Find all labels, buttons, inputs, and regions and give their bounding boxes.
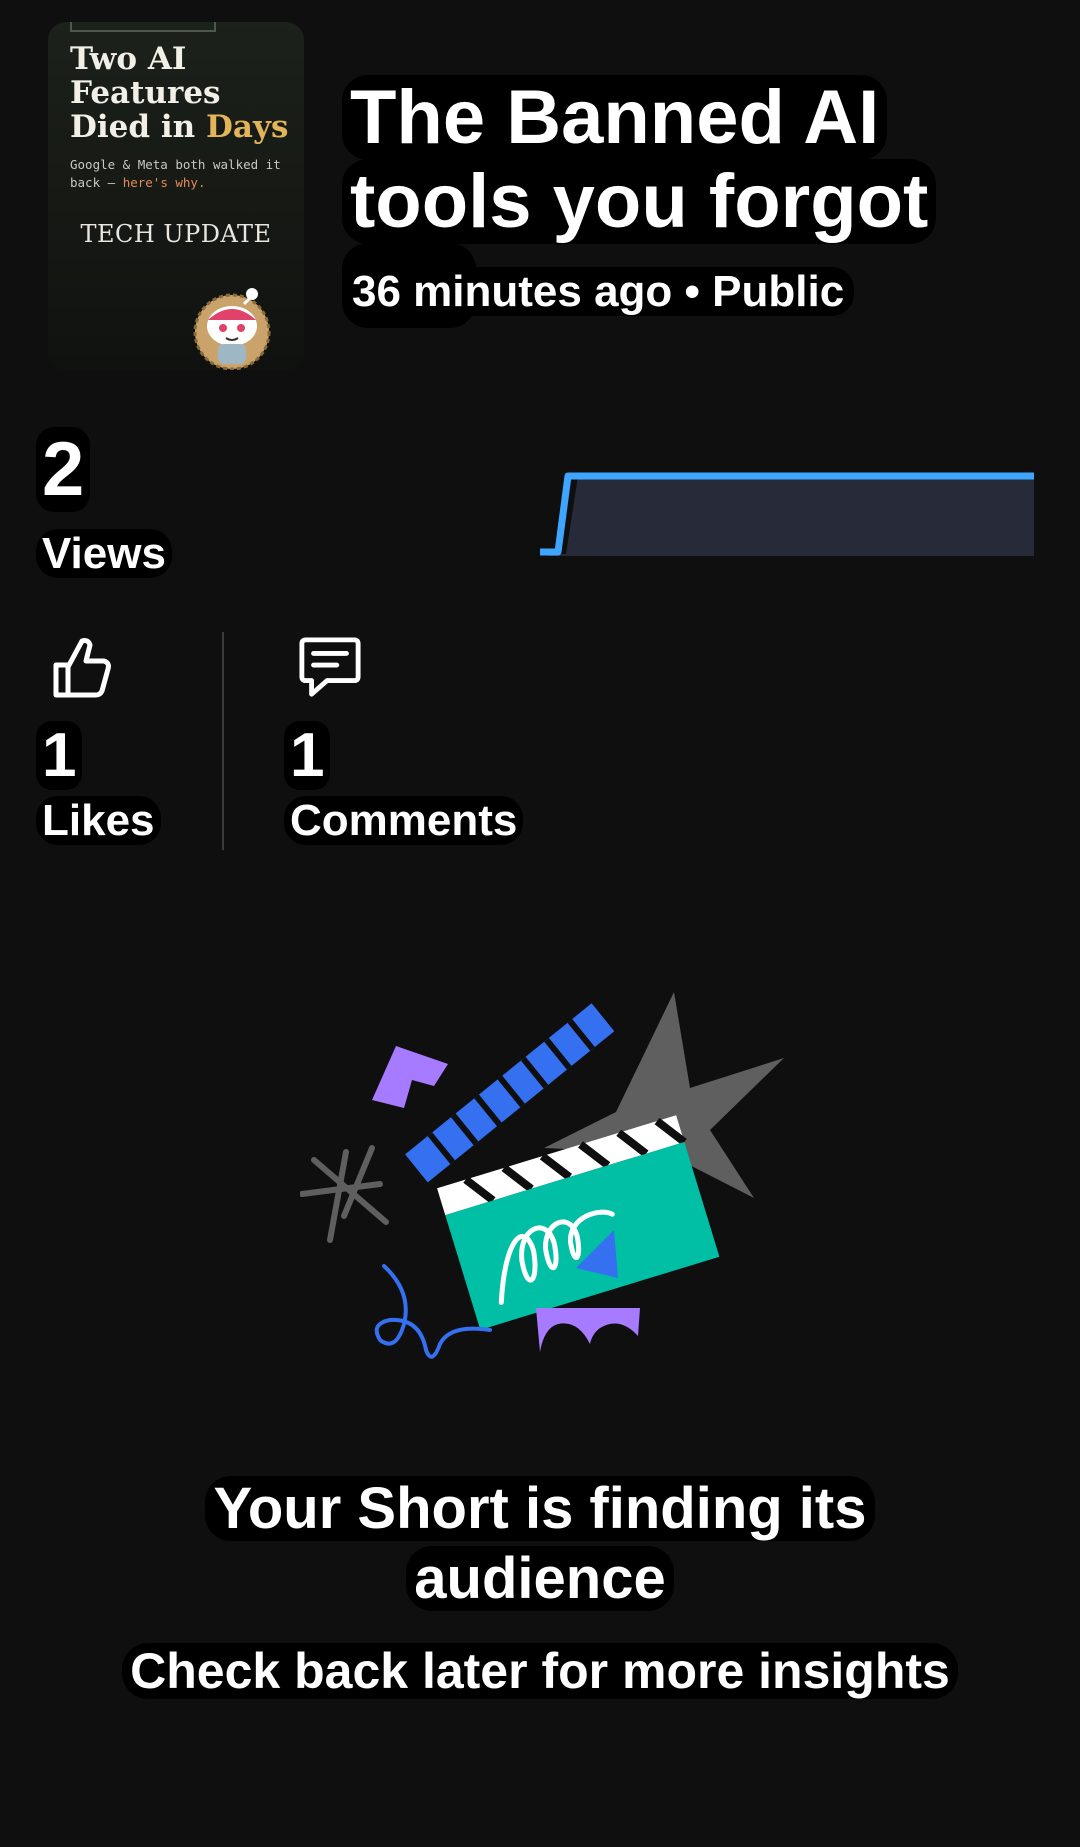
comments-label: Comments [284, 792, 524, 850]
clapperboard-illustration [300, 992, 784, 1359]
comments-count: 1 [284, 716, 331, 796]
video-meta: 36 minutes ago • Public [342, 262, 855, 322]
views-label: Views [36, 525, 172, 583]
thumbs-up-icon [53, 638, 111, 698]
views-sparkline [540, 472, 1034, 556]
views-count: 2 [36, 418, 91, 522]
thumbnail-tag: TECH UPDATE [80, 220, 272, 248]
thumbnail-headline: Two AI Features Died in Days [70, 41, 289, 145]
thumbnail-frame-line [70, 22, 216, 32]
empty-state-subtitle: Check back later for more insights [40, 1640, 1040, 1702]
video-thumbnail[interactable]: Two AI Features Died in Days Google & Me… [48, 22, 304, 370]
stat-divider [222, 632, 224, 850]
comment-icon [299, 637, 361, 697]
likes-label: Likes [36, 792, 161, 850]
empty-state-title: Your Short is finding its audience [90, 1474, 990, 1614]
likes-count: 1 [36, 716, 83, 796]
thumbnail-subline: Google & Meta both walked it back — here… [70, 157, 281, 190]
reddit-style-mascot-icon [193, 288, 271, 370]
